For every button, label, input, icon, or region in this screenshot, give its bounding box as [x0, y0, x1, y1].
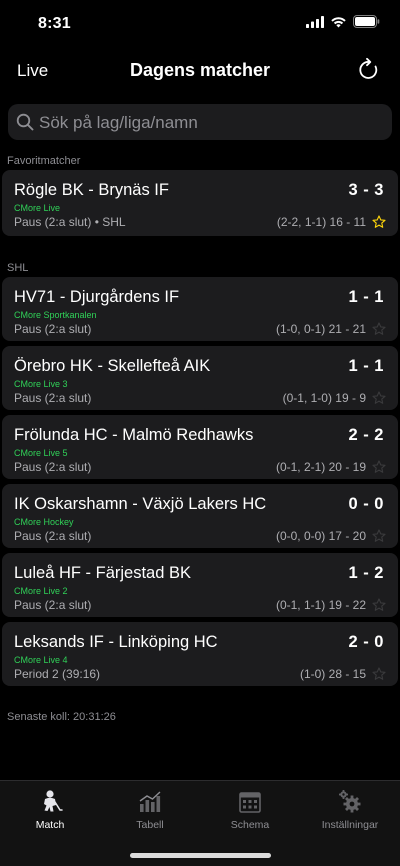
gears-icon: [339, 790, 361, 813]
match-card[interactable]: Luleå HF - Färjestad BK 1 - 2 CMore Live…: [2, 553, 398, 617]
period-scores: (1-0) 28 - 15: [299, 667, 366, 681]
search-input[interactable]: Sök på lag/liga/namn: [39, 113, 198, 133]
star-icon[interactable]: [372, 322, 386, 336]
match-card[interactable]: Frölunda HC - Malmö Redhawks 2 - 2 CMore…: [2, 415, 398, 479]
tab-label: Tabell: [136, 819, 164, 831]
match-teams: Örebro HK - Skellefteå AIK: [14, 357, 211, 375]
bar-chart-icon: [139, 791, 161, 812]
match-score: 1 - 1: [348, 288, 384, 306]
favorite-star-icon[interactable]: [372, 215, 386, 229]
period-scores: (1-0, 0-1) 21 - 21: [275, 322, 366, 336]
period-scores: (0-1, 2-1) 20 - 19: [275, 460, 366, 474]
period-scores: (0-0, 0-0) 17 - 20: [275, 529, 366, 543]
match-teams: HV71 - Djurgårdens IF: [14, 288, 180, 306]
calendar-icon: [239, 792, 261, 813]
last-check-timestamp: Senaste koll: 20:31:26: [7, 711, 116, 723]
match-channel: CMore Live 2: [14, 586, 68, 596]
match-status: Period 2 (39:16): [14, 667, 101, 681]
tab-schema[interactable]: Schema: [200, 789, 300, 831]
match-card[interactable]: Leksands IF - Linköping HC 2 - 0 CMore L…: [2, 622, 398, 686]
wifi-icon: [331, 16, 346, 27]
page-title: Dagens matcher: [129, 60, 271, 80]
match-score: 1 - 1: [348, 357, 384, 375]
match-teams: Leksands IF - Linköping HC: [14, 633, 218, 651]
period-scores: (0-1, 1-0) 19 - 9: [282, 391, 366, 405]
match-status: Paus (2:a slut): [14, 529, 92, 543]
star-icon[interactable]: [372, 460, 386, 474]
status-bar: 8:31: [0, 0, 400, 48]
tab-label: Match: [35, 819, 65, 831]
status-time: 8:31: [38, 15, 71, 32]
shl-section-header: SHL: [7, 262, 29, 274]
star-icon[interactable]: [372, 529, 386, 543]
match-score: 2 - 2: [348, 426, 384, 444]
home-indicator[interactable]: [130, 853, 271, 858]
tab-match[interactable]: Match: [0, 789, 100, 831]
match-channel: CMore Live: [14, 203, 61, 213]
match-teams: IK Oskarshamn - Växjö Lakers HC: [14, 495, 267, 513]
match-channel: CMore Sportkanalen: [14, 310, 97, 320]
match-card[interactable]: Örebro HK - Skellefteå AIK 1 - 1 CMore L…: [2, 346, 398, 410]
match-status: Paus (2:a slut): [14, 322, 92, 336]
tab-installningar[interactable]: Inställningar: [300, 789, 400, 831]
period-scores: (2-2, 1-1) 16 - 11: [276, 215, 366, 229]
search-icon: [16, 113, 34, 131]
status-icons: [306, 15, 380, 28]
match-status: Paus (2:a slut) • SHL: [14, 215, 126, 229]
match-score: 0 - 0: [348, 495, 384, 513]
navigation-bar: Live Dagens matcher: [0, 48, 400, 92]
star-icon[interactable]: [372, 391, 386, 405]
refresh-icon[interactable]: [356, 57, 382, 83]
match-status: Paus (2:a slut): [14, 391, 92, 405]
match-status: Paus (2:a slut): [14, 460, 92, 474]
match-card[interactable]: HV71 - Djurgårdens IF 1 - 1 CMore Sportk…: [2, 277, 398, 341]
tab-label: Inställningar: [321, 819, 379, 831]
match-teams: Frölunda HC - Malmö Redhawks: [14, 426, 254, 444]
match-channel: CMore Hockey: [14, 517, 74, 527]
battery-icon: [353, 15, 380, 28]
match-card[interactable]: IK Oskarshamn - Växjö Lakers HC 0 - 0 CM…: [2, 484, 398, 548]
tab-tabell[interactable]: Tabell: [100, 789, 200, 831]
favorites-section-header: Favoritmatcher: [7, 155, 81, 167]
match-score: 3 - 3: [348, 181, 384, 199]
period-scores: (0-1, 1-1) 19 - 22: [275, 598, 366, 612]
match-status: Paus (2:a slut): [14, 598, 92, 612]
star-icon[interactable]: [372, 598, 386, 612]
match-channel: CMore Live 3: [14, 379, 68, 389]
match-card[interactable]: Rögle BK - Brynäs IF 3 - 3 CMore Live Pa…: [2, 170, 398, 236]
signal-icon: [306, 15, 324, 28]
match-channel: CMore Live 4: [14, 655, 68, 665]
tab-label: Schema: [230, 819, 270, 831]
hockey-player-icon: [44, 790, 63, 812]
search-bar[interactable]: Sök på lag/liga/namn: [8, 104, 392, 140]
match-teams: Luleå HF - Färjestad BK: [14, 564, 191, 582]
match-score: 2 - 0: [348, 633, 384, 651]
star-icon[interactable]: [372, 667, 386, 681]
match-channel: CMore Live 5: [14, 448, 68, 458]
match-teams: Rögle BK - Brynäs IF: [14, 181, 169, 199]
match-score: 1 - 2: [348, 564, 384, 582]
